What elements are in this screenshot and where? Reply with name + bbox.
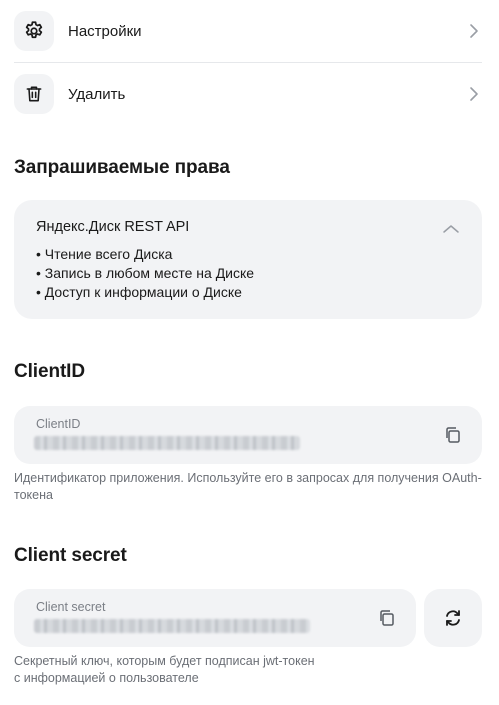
permission-item: Доступ к информации о Диске xyxy=(36,283,460,302)
client-secret-heading: Client secret xyxy=(14,545,127,566)
chevron-right-icon xyxy=(466,86,482,102)
client-secret-value-blurred xyxy=(34,619,310,633)
permission-list: Чтение всего Диска Запись в любом месте … xyxy=(36,245,460,302)
client-secret-field[interactable]: Client secret xyxy=(14,589,416,647)
client-id-label: ClientID xyxy=(36,417,81,431)
client-id-value-blurred xyxy=(34,436,300,450)
refresh-icon xyxy=(446,610,460,626)
delete-menu-item[interactable]: Удалить xyxy=(14,72,482,116)
settings-label: Настройки xyxy=(68,22,142,40)
trash-icon xyxy=(26,86,42,102)
chevron-up-icon[interactable] xyxy=(442,220,460,238)
copy-icon[interactable] xyxy=(376,607,398,629)
gear-icon xyxy=(25,21,43,39)
permission-item: Чтение всего Диска xyxy=(36,245,460,264)
client-secret-hint-line2: с информацией о пользователе xyxy=(14,671,199,685)
client-id-heading: ClientID xyxy=(14,361,85,382)
settings-icon-box xyxy=(14,11,54,51)
client-id-field[interactable]: ClientID xyxy=(14,406,482,464)
menu-divider xyxy=(14,62,482,63)
permissions-card: Яндекс.Диск REST API Чтение всего Диска … xyxy=(14,200,482,319)
client-id-hint: Идентификатор приложения. Используйте ег… xyxy=(14,471,482,502)
regenerate-secret-button[interactable] xyxy=(424,589,482,647)
app-settings-page: Настройки Удалить Запрашиваемые права Ян… xyxy=(0,0,499,705)
client-secret-hint: Секретный ключ, которым будет подписан j… xyxy=(14,653,315,687)
client-secret-hint-line1: Секретный ключ, которым будет подписан j… xyxy=(14,654,315,668)
permissions-heading: Запрашиваемые права xyxy=(14,157,230,178)
settings-menu-item[interactable]: Настройки xyxy=(14,9,482,53)
chevron-right-icon xyxy=(466,23,482,39)
delete-label: Удалить xyxy=(68,85,126,103)
delete-icon-box xyxy=(14,74,54,114)
copy-icon[interactable] xyxy=(442,424,464,446)
permission-card-title: Яндекс.Диск REST API xyxy=(36,219,190,235)
client-secret-label: Client secret xyxy=(36,600,106,614)
permission-item: Запись в любом месте на Диске xyxy=(36,264,460,283)
